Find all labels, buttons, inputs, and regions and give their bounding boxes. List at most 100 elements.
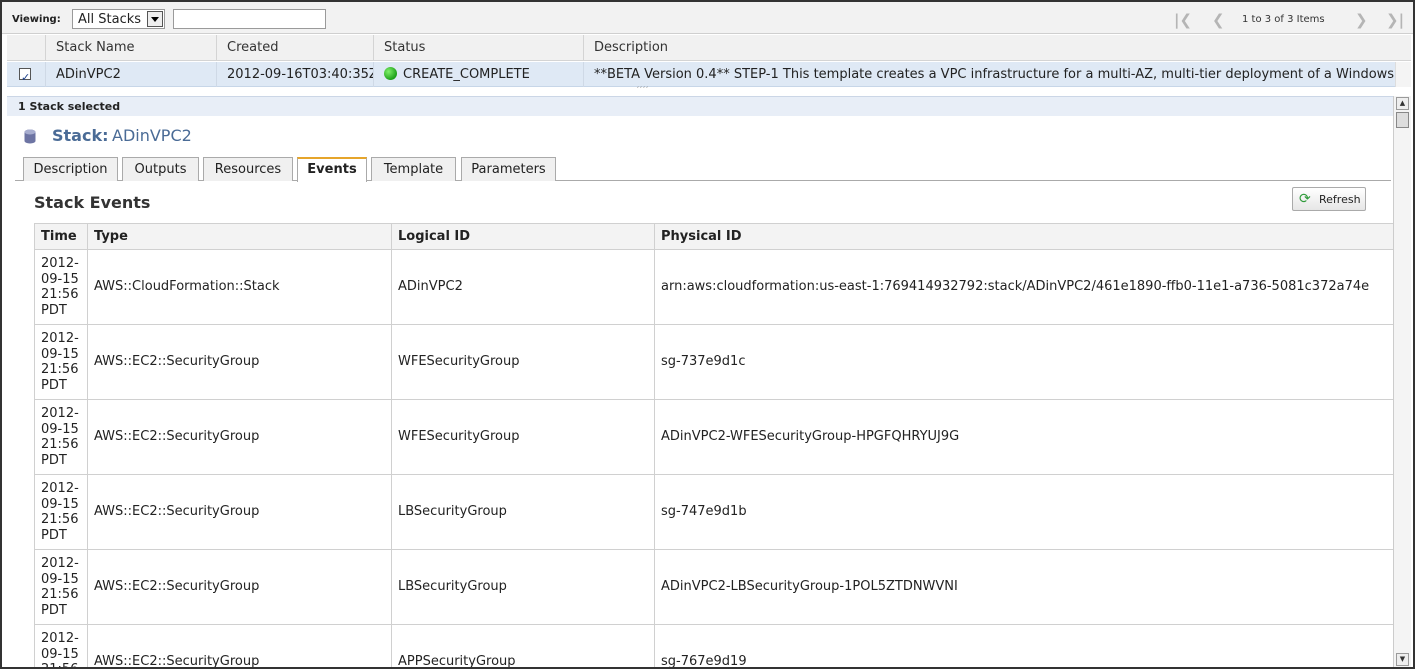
tab-events[interactable]: Events bbox=[297, 157, 367, 182]
event-row[interactable]: 2012-09-15 21:56 PDT AWS::EC2::SecurityGr… bbox=[35, 325, 1394, 400]
event-logical-id-cell: LBSecurityGroup bbox=[391, 550, 654, 625]
stacks-grid-header: Stack Name Created Status Description bbox=[7, 35, 1411, 61]
tab-description[interactable]: Description bbox=[23, 157, 118, 181]
stack-filter-value: All Stacks bbox=[78, 12, 142, 27]
event-type-text: AWS::EC2::SecurityGroup bbox=[94, 504, 260, 519]
created-cell: 2012-09-16T03:40:35Z bbox=[216, 62, 373, 87]
column-header-created[interactable]: Created bbox=[216, 35, 373, 61]
event-row[interactable]: 2012-09-15 21:56 PDTAWS::EC2::SecurityGr… bbox=[35, 625, 1394, 669]
pane-resize-handle[interactable]: ′′′′ bbox=[637, 86, 649, 96]
select-column-header bbox=[7, 35, 45, 61]
tab-outputs[interactable]: Outputs bbox=[122, 157, 199, 181]
event-physical-id-text: sg-767e9d19 bbox=[661, 654, 747, 669]
stack-events-title: Stack Events bbox=[34, 193, 151, 212]
event-time-text: 2012-09-15 21:56 PDT bbox=[41, 481, 79, 543]
status-ok-icon bbox=[384, 67, 397, 80]
event-row[interactable]: 2012-09-15 21:56 PDT AWS::EC2::SecurityGr… bbox=[35, 550, 1394, 625]
first-page-icon[interactable]: |❮ bbox=[1174, 11, 1192, 29]
prev-page-icon[interactable]: ❮ bbox=[1212, 11, 1225, 29]
event-row[interactable]: 2012-09-15 21:56 PDT AWS::EC2::SecurityGr… bbox=[35, 400, 1394, 475]
event-physical-id-text: sg-747e9d1b bbox=[661, 504, 747, 519]
column-header-logical-id[interactable]: Logical ID bbox=[391, 224, 654, 250]
pagination-text: 1 to 3 of 3 Items bbox=[1242, 14, 1325, 25]
event-logical-id-text: LBSecurityGroup bbox=[398, 579, 507, 594]
event-logical-id-text: LBSecurityGroup bbox=[398, 504, 507, 519]
stack-name-cell: ADinVPC2 bbox=[45, 62, 216, 87]
stack-database-icon bbox=[24, 129, 36, 144]
event-type-text: AWS::EC2::SecurityGroup bbox=[94, 429, 260, 444]
tab-parameters[interactable]: Parameters bbox=[461, 157, 556, 181]
event-time-cell: 2012-09-15 21:56 PDT bbox=[35, 400, 87, 475]
stack-label: Stack: bbox=[52, 126, 109, 145]
event-type-text: AWS::EC2::SecurityGroup bbox=[94, 354, 260, 369]
selection-bar: 1 Stack selected bbox=[7, 96, 1393, 116]
event-logical-id-text: WFESecurityGroup bbox=[398, 354, 520, 369]
event-physical-id-cell: sg-747e9d1b bbox=[654, 475, 1394, 550]
event-physical-id-cell: sg-767e9d19 bbox=[654, 625, 1394, 669]
event-logical-id-text: WFESecurityGroup bbox=[398, 429, 520, 444]
row-checkbox[interactable] bbox=[19, 65, 31, 87]
column-header-description[interactable]: Description bbox=[583, 35, 1411, 61]
event-type-cell: AWS::CloudFormation::Stack bbox=[87, 250, 391, 325]
scroll-down-icon[interactable]: ▼ bbox=[1396, 653, 1409, 666]
event-physical-id-cell: sg-737e9d1c bbox=[654, 325, 1394, 400]
event-type-cell: AWS::EC2::SecurityGroup bbox=[87, 625, 391, 667]
refresh-label: Refresh bbox=[1319, 193, 1361, 206]
event-type-cell: AWS::EC2::SecurityGroup bbox=[87, 550, 391, 625]
scroll-up-icon[interactable]: ▲ bbox=[1396, 97, 1409, 110]
viewing-label: Viewing: bbox=[12, 14, 61, 25]
event-logical-id-cell: WFESecurityGroup bbox=[391, 325, 654, 400]
tab-resources[interactable]: Resources bbox=[203, 157, 293, 181]
event-logical-id-cell: APPSecurityGroup bbox=[391, 625, 654, 669]
event-time-cell: 2012-09-15 21:56 PDT bbox=[35, 475, 87, 550]
event-type-cell: AWS::EC2::SecurityGroup bbox=[87, 475, 391, 550]
stack-row[interactable]: ADinVPC2 2012-09-16T03:40:35Z CREATE_COM… bbox=[7, 62, 1411, 87]
status-text: CREATE_COMPLETE bbox=[403, 67, 530, 82]
selection-count: 1 Stack selected bbox=[18, 100, 121, 113]
events-table: Time Type Logical ID Physical ID 2012-09… bbox=[34, 223, 1394, 669]
detail-scrollbar[interactable]: ▲ ▼ bbox=[1393, 96, 1411, 667]
event-physical-id-cell: ADinVPC2-LBSecurityGroup-1POL5ZTDNWVNI bbox=[654, 550, 1394, 625]
stack-filter-select[interactable]: All Stacks bbox=[72, 9, 165, 29]
cloudformation-console: Viewing: All Stacks |❮ ❮ 1 to 3 of 3 Ite… bbox=[0, 0, 1415, 669]
event-type-cell: AWS::EC2::SecurityGroup bbox=[87, 325, 391, 400]
event-logical-id-text: ADinVPC2 bbox=[398, 279, 463, 294]
event-time-cell: 2012-09-15 21:56 PDT bbox=[35, 250, 87, 325]
last-page-icon[interactable]: ❯| bbox=[1386, 11, 1404, 29]
event-logical-id-cell: LBSecurityGroup bbox=[391, 475, 654, 550]
next-page-icon[interactable]: ❯ bbox=[1355, 11, 1368, 29]
column-header-time[interactable]: Time bbox=[35, 224, 87, 250]
event-type-cell: AWS::EC2::SecurityGroup bbox=[87, 400, 391, 475]
column-header-physical-id[interactable]: Physical ID bbox=[654, 224, 1394, 250]
tab-template[interactable]: Template bbox=[371, 157, 456, 181]
refresh-button[interactable]: ⟳ Refresh bbox=[1292, 187, 1366, 211]
event-time-cell: 2012-09-15 21:56 PDT bbox=[35, 550, 87, 625]
event-row[interactable]: 2012-09-15 21:56 PDT AWS::CloudFormation:… bbox=[35, 250, 1394, 325]
column-header-status[interactable]: Status bbox=[373, 35, 583, 61]
column-header-type[interactable]: Type bbox=[87, 224, 391, 250]
event-time-text: 2012-09-15 21:56 PDT bbox=[41, 406, 79, 468]
refresh-icon: ⟳ bbox=[1299, 191, 1311, 207]
event-time-cell: 2012-09-15 21:56 PDT bbox=[35, 625, 87, 667]
event-time-cell: 2012-09-15 21:56 PDT bbox=[35, 325, 87, 400]
event-physical-id-text: sg-737e9d1c bbox=[661, 354, 746, 369]
event-time-text: 2012-09-15 21:56 PDT bbox=[41, 631, 79, 667]
event-physical-id-cell: ADinVPC2-WFESecurityGroup-HPGFQHRYUJ9G bbox=[654, 400, 1394, 475]
row-select-cell bbox=[7, 62, 45, 87]
event-physical-id-cell: arn:aws:cloudformation:us-east-1:7694149… bbox=[654, 250, 1394, 325]
column-header-stack-name[interactable]: Stack Name bbox=[45, 35, 216, 61]
event-physical-id-text: ADinVPC2-WFESecurityGroup-HPGFQHRYUJ9G bbox=[661, 429, 960, 444]
event-row[interactable]: 2012-09-15 21:56 PDT AWS::EC2::SecurityGr… bbox=[35, 475, 1394, 550]
event-type-text: AWS::EC2::SecurityGroup bbox=[94, 579, 260, 594]
stack-name: ADinVPC2 bbox=[112, 126, 192, 145]
event-logical-id-text: APPSecurityGroup bbox=[398, 654, 516, 669]
dropdown-arrow-icon[interactable] bbox=[147, 11, 163, 27]
event-time-text: 2012-09-15 21:56 PDT bbox=[41, 256, 79, 318]
search-input[interactable] bbox=[173, 9, 326, 29]
event-time-text: 2012-09-15 21:56 PDT bbox=[41, 556, 79, 618]
scroll-thumb[interactable] bbox=[1396, 112, 1409, 128]
stacks-toolbar: Viewing: All Stacks |❮ ❮ 1 to 3 of 3 Ite… bbox=[2, 2, 1413, 34]
event-physical-id-text: ADinVPC2-LBSecurityGroup-1POL5ZTDNWVNI bbox=[661, 579, 958, 594]
grid-scrollbar[interactable] bbox=[1395, 62, 1411, 87]
event-physical-id-text: arn:aws:cloudformation:us-east-1:7694149… bbox=[661, 279, 1370, 294]
